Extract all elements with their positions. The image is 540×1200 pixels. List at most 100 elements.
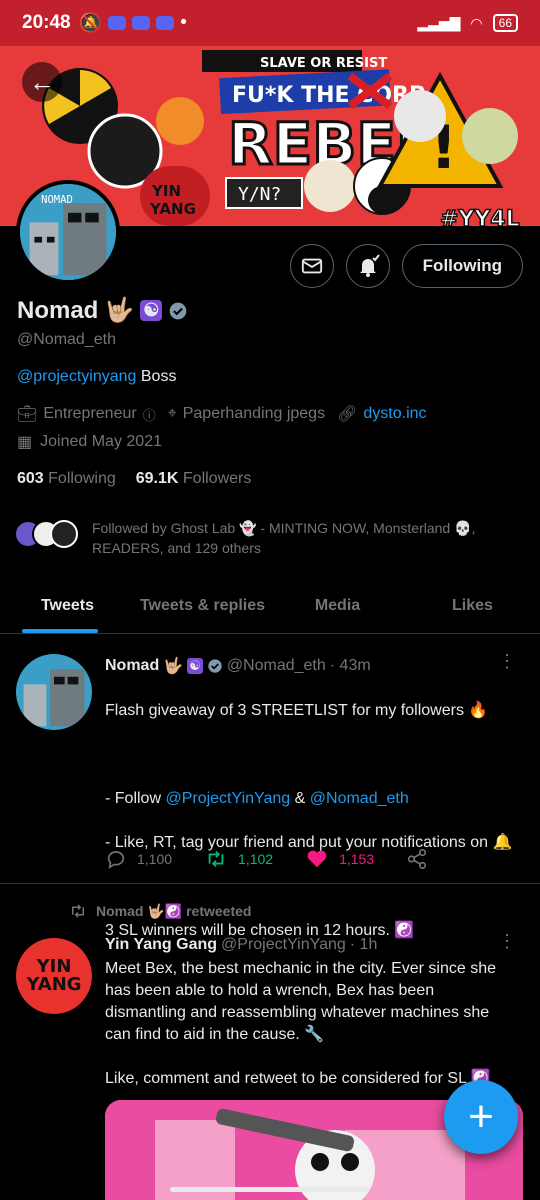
discord-icon xyxy=(132,16,151,30)
followed-by[interactable]: Followed by Ghost Lab 👻 - MINTING NOW, M… xyxy=(14,518,524,558)
retweet-icon xyxy=(72,904,84,918)
retweet-count: 1,102 xyxy=(238,851,274,867)
bio-mention-link[interactable]: @projectyinyang xyxy=(17,368,136,385)
plus-icon: + xyxy=(468,1092,494,1141)
discord-icon xyxy=(108,16,127,30)
rock-hand-emoji-icon: 🤟🏼 xyxy=(163,658,184,675)
info-icon[interactable]: ⓘ xyxy=(143,405,156,424)
tab-likes[interactable]: Likes xyxy=(405,578,540,633)
mention-link[interactable]: @ProjectYinYang xyxy=(165,790,290,807)
following-button[interactable]: Following xyxy=(401,244,523,288)
occupation-text: Entrepreneur xyxy=(43,405,137,422)
tweet-handle: @ProjectYinYang xyxy=(221,936,346,953)
profile-actions: Following xyxy=(289,244,523,288)
tweet-line: Flash giveaway of 3 STREETLIST for my fo… xyxy=(105,702,489,719)
website: 🔗︎ dysto.inc xyxy=(337,404,426,424)
verified-badge-icon xyxy=(208,659,222,673)
tab-tweets-replies[interactable]: Tweets & replies xyxy=(135,578,270,633)
share-icon xyxy=(408,849,427,869)
compose-tweet-button[interactable]: + xyxy=(444,1080,518,1154)
location-pin-icon: ⌖ xyxy=(167,405,177,422)
tweet-avatar[interactable]: YIN YANG xyxy=(16,938,92,1014)
yin-yang-emoji-icon: ☯ xyxy=(140,300,163,321)
tweet-time: · 1h xyxy=(349,936,378,953)
tweet-text-fragment: & xyxy=(290,790,310,807)
tweet-handle: @Nomad_eth xyxy=(226,657,326,674)
mention-link[interactable]: @Nomad_eth xyxy=(310,790,409,807)
link-icon: 🔗︎ xyxy=(337,406,358,423)
dot-icon: • xyxy=(180,12,187,33)
share-button[interactable] xyxy=(406,848,428,870)
retweet-button[interactable]: 1,102 xyxy=(204,848,273,870)
home-indicator xyxy=(170,1187,370,1192)
location-text: Paperhanding jpegs xyxy=(182,405,326,422)
heart-icon xyxy=(307,850,327,868)
back-button[interactable]: ← xyxy=(22,62,62,102)
notification-icons: 🔕 • xyxy=(79,11,187,35)
retweeted-by-text[interactable]: Nomad 🤟🏼☯️ retweeted xyxy=(96,903,251,920)
retweet-icon xyxy=(208,851,224,867)
tweet-actions: 1,100 1,102 1,153 xyxy=(105,848,460,870)
website-link[interactable]: dysto.inc xyxy=(363,405,426,423)
banner-text: YIN xyxy=(151,182,181,200)
battery-icon: 66 xyxy=(492,14,518,32)
tweet-time: · 43m xyxy=(329,657,371,674)
avatar-art: NOMAD xyxy=(20,184,116,280)
status-bar: 20:48 🔕 • ▂▃▅▇ ◠ 66 xyxy=(0,0,540,46)
verified-badge-icon xyxy=(170,302,187,319)
tweet[interactable]: Nomad 🤟🏼☯️ retweeted YIN YANG Yin Yang G… xyxy=(0,896,540,1200)
profile-handle: @Nomad_eth xyxy=(17,331,116,348)
tweet-line: - Follow @ProjectYinYang & @Nomad_eth xyxy=(105,788,515,810)
bell-check-icon xyxy=(359,254,380,277)
follow-counts: 603 Following 69.1K Followers xyxy=(17,470,251,488)
avatar-label: NOMAD xyxy=(41,194,73,206)
followed-by-text: Followed by Ghost Lab 👻 - MINTING NOW, M… xyxy=(92,520,476,556)
avatar-art xyxy=(16,654,92,730)
tweet-author-name[interactable]: Yin Yang Gang xyxy=(105,936,217,954)
banner-text: #YY4L xyxy=(440,207,520,226)
notifications-button[interactable] xyxy=(345,244,390,288)
tab-media[interactable]: Media xyxy=(270,578,405,633)
briefcase-icon: 💼︎ xyxy=(17,406,38,423)
followers-count: 69.1K xyxy=(135,470,179,487)
tweet-header: Yin Yang Gang @ProjectYinYang · 1h xyxy=(105,936,377,954)
tweet-avatar[interactable] xyxy=(16,654,92,730)
tweet-text: Meet Bex, the best mechanic in the city.… xyxy=(105,960,496,1087)
profile-avatar[interactable]: NOMAD xyxy=(16,180,120,284)
profile-name: Nomad 🤟🏼 ☯ xyxy=(17,296,188,325)
bio-text: Boss xyxy=(136,368,177,385)
tweet[interactable]: Nomad 🤟🏼 ☯ @Nomad_eth · 43m ⋮ Flash give… xyxy=(0,648,540,939)
followers-label: Followers xyxy=(182,470,252,487)
banner-text: Y/N? xyxy=(238,184,281,205)
message-button[interactable] xyxy=(289,244,334,288)
occupation: 💼︎ Entrepreneur ⓘ xyxy=(17,404,156,424)
profile-bio: @projectyinyang Boss xyxy=(17,368,176,386)
avatar-logo-text: YANG xyxy=(26,974,82,995)
joined-text: Joined May 2021 xyxy=(40,433,162,450)
like-count: 1,153 xyxy=(339,851,375,867)
following-count-link[interactable]: 603 Following xyxy=(17,470,116,488)
reply-button[interactable]: 1,100 xyxy=(105,848,172,870)
more-options-icon[interactable]: ⋮ xyxy=(498,932,516,950)
mute-icon: 🔕 xyxy=(78,13,103,34)
joined-date: ▦ Joined May 2021 xyxy=(17,432,162,452)
following-label: Following xyxy=(48,470,116,487)
arrow-left-icon: ← xyxy=(29,66,55,97)
more-options-icon[interactable]: ⋮ xyxy=(498,652,516,670)
following-count: 603 xyxy=(17,470,44,487)
yin-yang-emoji-icon: ☯ xyxy=(187,658,203,674)
avatar xyxy=(50,520,78,548)
like-button[interactable]: 1,153 xyxy=(305,848,374,870)
tweet-header: Nomad 🤟🏼 ☯ @Nomad_eth · 43m xyxy=(105,656,371,676)
rock-hand-emoji-icon: 🤟🏼 xyxy=(104,297,135,324)
banner-text: SLAVE OR RESIST xyxy=(260,56,387,71)
tab-tweets[interactable]: Tweets xyxy=(0,578,135,633)
envelope-icon xyxy=(301,258,322,274)
reply-count: 1,100 xyxy=(137,851,173,867)
wifi-icon: ◠ xyxy=(470,14,483,31)
status-time: 20:48 xyxy=(22,12,71,33)
tweet-author-name[interactable]: Nomad xyxy=(105,657,159,675)
profile-meta: 💼︎ Entrepreneur ⓘ ⌖ Paperhanding jpegs 🔗… xyxy=(17,404,427,424)
followers-count-link[interactable]: 69.1K Followers xyxy=(136,470,252,488)
signal-icon: ▂▃▅▇ xyxy=(417,14,461,31)
